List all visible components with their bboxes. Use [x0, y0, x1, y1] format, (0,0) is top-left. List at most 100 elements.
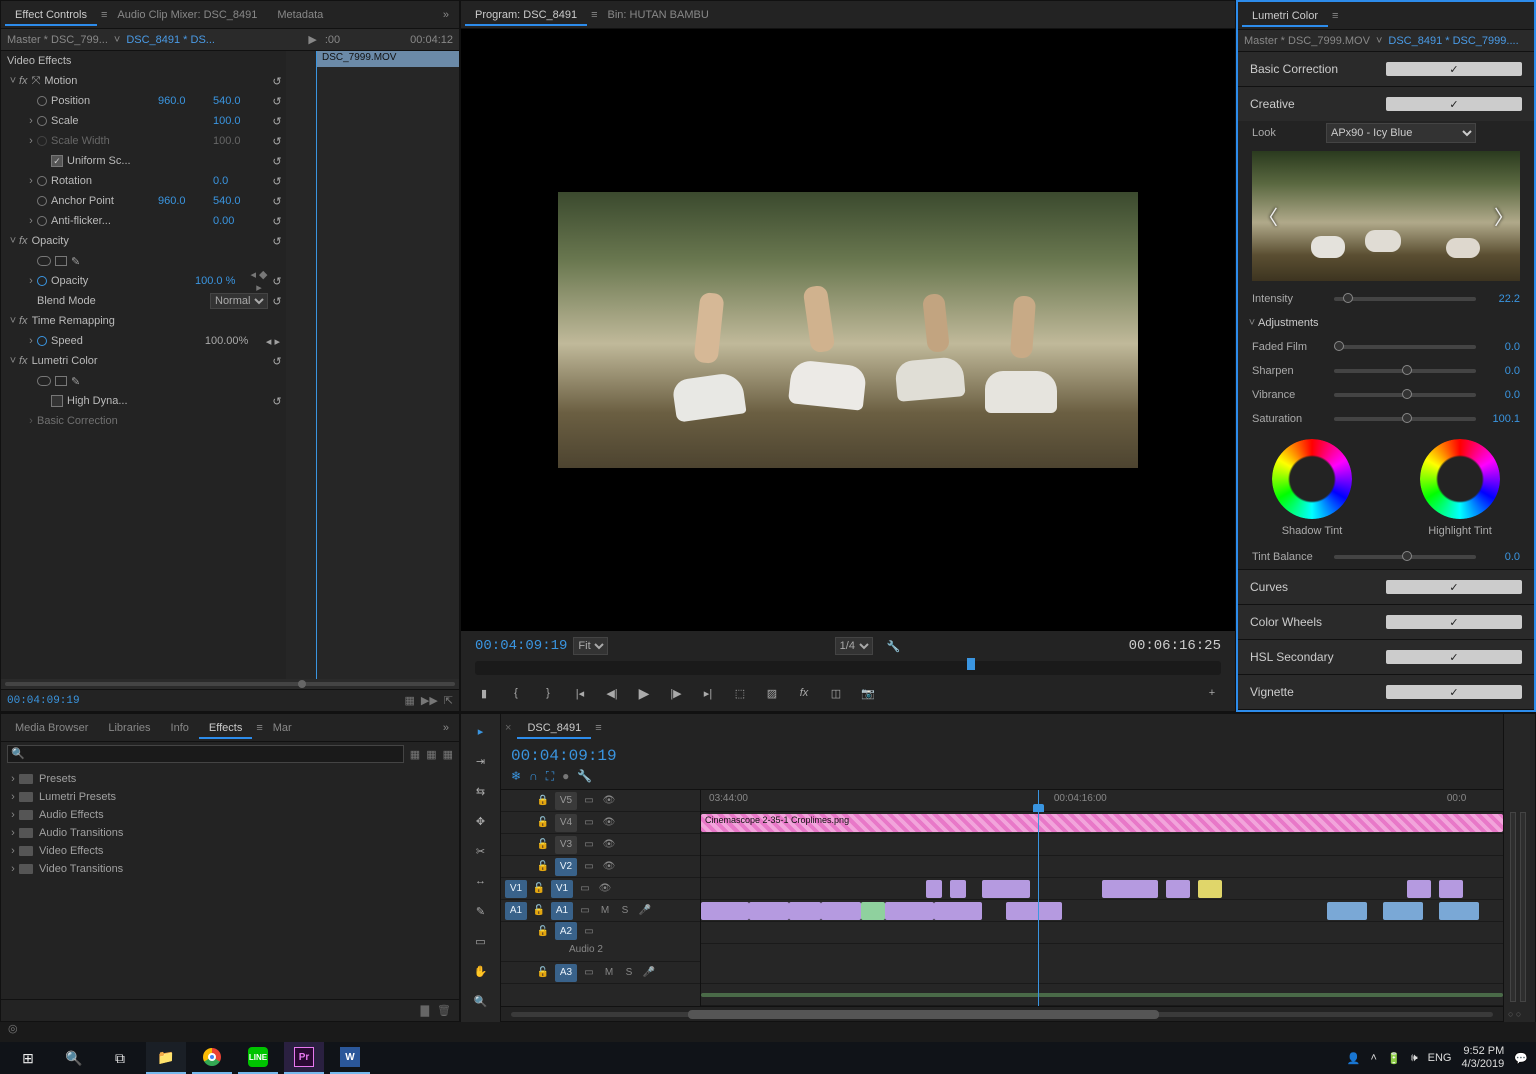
tab-effect-controls[interactable]: Effect Controls: [5, 4, 97, 26]
clip[interactable]: [1166, 880, 1190, 898]
hand-tool-icon[interactable]: ✋: [470, 960, 492, 982]
go-in-icon[interactable]: |◂: [571, 684, 589, 702]
effects-folder[interactable]: ›Audio Effects: [7, 806, 453, 824]
reset-icon[interactable]: ↺: [268, 95, 286, 108]
lum-wheels[interactable]: Color Wheels✓: [1238, 605, 1534, 640]
clip[interactable]: [1439, 880, 1463, 898]
slip-tool-icon[interactable]: ↔: [470, 870, 492, 892]
reset-icon[interactable]: ↺: [268, 115, 286, 128]
premiere-app-icon[interactable]: Pr: [284, 1042, 324, 1074]
pen-mask-icon[interactable]: ✎: [71, 255, 80, 268]
track-v2[interactable]: 🔓V2▭👁: [501, 856, 700, 878]
ec-keyframe-area[interactable]: DSC_7999.MOV: [286, 51, 459, 679]
vibrance-slider[interactable]: [1334, 393, 1476, 397]
task-view-button[interactable]: ⧉: [100, 1042, 140, 1074]
lane-a3[interactable]: [701, 984, 1503, 1006]
keyframe-toggle-icon[interactable]: [37, 336, 47, 346]
ec-opacity-group[interactable]: ˅fxOpacity↺: [1, 231, 286, 251]
checkbox-icon[interactable]: ✓: [1386, 685, 1522, 699]
reset-icon[interactable]: ↺: [268, 155, 286, 168]
track-v4[interactable]: 🔓V4▭👁: [501, 812, 700, 834]
start-button[interactable]: ⊞: [8, 1042, 48, 1074]
program-scrubber[interactable]: [475, 661, 1221, 675]
timeline-lanes[interactable]: 03:44:00 00:04:16:00 00:0 Cinemascope 2-…: [701, 790, 1503, 1006]
rolling-edit-icon[interactable]: ✥: [470, 810, 492, 832]
rect-mask-icon[interactable]: [55, 376, 67, 386]
tab-info[interactable]: Info: [161, 717, 199, 739]
ec-lumetri-masks[interactable]: ✎: [1, 371, 286, 391]
reset-icon[interactable]: ↺: [268, 275, 286, 288]
program-viewport[interactable]: [461, 29, 1235, 631]
clip[interactable]: [1198, 880, 1222, 898]
tab-effects[interactable]: Effects: [199, 717, 252, 739]
pen-tool-icon[interactable]: ✎: [470, 900, 492, 922]
audio-meters[interactable]: ○ ○: [1503, 714, 1535, 1022]
track-v5[interactable]: 🔒V5▭👁: [501, 790, 700, 812]
clip[interactable]: [1383, 902, 1423, 920]
rect-tool-icon[interactable]: ▭: [470, 930, 492, 952]
tab-markers[interactable]: Mar: [263, 717, 302, 739]
fit-select[interactable]: Fit: [573, 637, 608, 655]
mark-in-icon[interactable]: ▮: [475, 684, 493, 702]
tab-overflow-icon[interactable]: »: [437, 9, 455, 21]
timeline-tc[interactable]: 00:04:09:19: [511, 747, 617, 765]
clip[interactable]: [1407, 880, 1431, 898]
linked-sel-icon[interactable]: ⛶: [546, 769, 554, 784]
timeline-zoom-bar[interactable]: [501, 1006, 1503, 1022]
bracket-in-icon[interactable]: {: [507, 684, 525, 702]
ec-tc[interactable]: 00:04:09:19: [7, 695, 80, 707]
effects-only-icon[interactable]: ▦: [404, 694, 414, 707]
lane-v1[interactable]: [701, 900, 1503, 922]
add-button-icon[interactable]: +: [1203, 684, 1221, 702]
32bit-filter-icon[interactable]: ▦: [426, 748, 436, 761]
play-icon[interactable]: ▶: [635, 684, 653, 702]
lane-a1[interactable]: [701, 922, 1503, 944]
checkbox-icon[interactable]: ✓: [1386, 650, 1522, 664]
ec-scale[interactable]: ›Scale100.0↺: [1, 111, 286, 131]
lum-adjustments[interactable]: ˅Adjustments: [1238, 311, 1534, 335]
blend-mode-select[interactable]: Normal: [210, 293, 268, 309]
bracket-out-icon[interactable]: }: [539, 684, 557, 702]
effects-folder[interactable]: ›Presets: [7, 770, 453, 788]
ec-blend-mode[interactable]: Blend ModeNormal↺: [1, 291, 286, 311]
clip[interactable]: [1439, 902, 1479, 920]
lane-v5[interactable]: Cinemascope 2-35-1 Croplimes.png: [701, 812, 1503, 834]
tab-program[interactable]: Program: DSC_8491: [465, 4, 587, 26]
tab-media-browser[interactable]: Media Browser: [5, 717, 98, 739]
checkbox-icon[interactable]: ✓: [51, 155, 63, 167]
search-button[interactable]: 🔍: [54, 1042, 94, 1074]
ec-basic-correction[interactable]: ›Basic Correction: [1, 411, 286, 431]
keyframe-toggle-icon[interactable]: [37, 96, 47, 106]
reset-icon[interactable]: ↺: [268, 175, 286, 188]
lum-curves[interactable]: Curves✓: [1238, 570, 1534, 605]
effects-folder[interactable]: ›Audio Transitions: [7, 824, 453, 842]
word-app-icon[interactable]: W: [330, 1042, 370, 1074]
checkbox-icon[interactable]: [51, 395, 63, 407]
ripple-edit-icon[interactable]: ⇆: [470, 780, 492, 802]
battery-icon[interactable]: 🔋: [1387, 1052, 1401, 1065]
ec-position[interactable]: Position960.0540.0↺: [1, 91, 286, 111]
ec-clip-bar[interactable]: DSC_7999.MOV: [316, 51, 459, 67]
tray-chevron-icon[interactable]: ˄: [1371, 1052, 1377, 1064]
chrome-app-icon[interactable]: [192, 1042, 232, 1074]
look-select[interactable]: APx90 - Icy Blue: [1326, 123, 1476, 143]
track-v1[interactable]: V1🔓V1▭👁: [501, 878, 700, 900]
res-select[interactable]: 1/4: [835, 637, 873, 655]
clip[interactable]: [934, 902, 982, 920]
clip[interactable]: [821, 902, 861, 920]
look-thumbnail[interactable]: [1252, 151, 1520, 281]
clip[interactable]: [861, 902, 885, 920]
tab-lumetri[interactable]: Lumetri Color: [1242, 5, 1328, 27]
creative-cloud-icon[interactable]: ◎: [0, 1022, 1536, 1042]
tint-balance-slider[interactable]: [1334, 555, 1476, 559]
keyframe-toggle-icon[interactable]: [37, 196, 47, 206]
track-a2[interactable]: 🔓A2▭ Audio 2: [501, 922, 700, 962]
clip[interactable]: [749, 902, 789, 920]
reset-icon[interactable]: ↺: [268, 75, 286, 88]
yuv-filter-icon[interactable]: ▦: [443, 748, 453, 761]
panel-menu-icon[interactable]: ≡: [1332, 10, 1338, 22]
ec-opacity-masks[interactable]: ✎: [1, 251, 286, 271]
ec-clip-link[interactable]: DSC_8491 * DS...: [126, 34, 215, 46]
clip[interactable]: [950, 880, 966, 898]
lum-basic[interactable]: Basic Correction✓: [1238, 52, 1534, 87]
